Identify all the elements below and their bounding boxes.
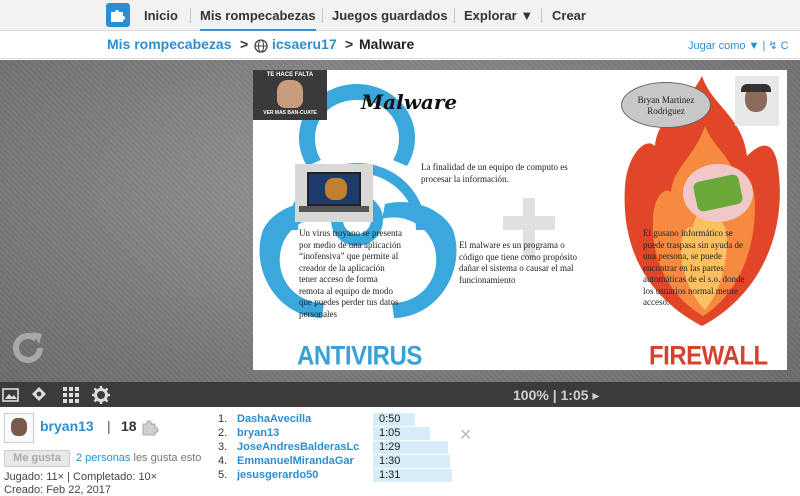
leaderboard-time: 0:50 bbox=[379, 413, 401, 425]
meme-image: TE HACE FALTA VER MAS BAN-CUATE bbox=[253, 70, 327, 120]
page-title: Malware bbox=[359, 36, 415, 52]
breadcrumb-folder[interactable]: icsaeru17 bbox=[272, 36, 337, 52]
puzzle-info-panel: bryan13 | 18 Me gusta 2 personas les gus… bbox=[0, 407, 800, 496]
refresh-icon[interactable] bbox=[6, 326, 50, 370]
firewall-label: FIREWALL bbox=[649, 341, 768, 370]
likes-people-link[interactable]: 2 personas bbox=[76, 452, 130, 464]
author-photo bbox=[735, 76, 779, 126]
like-button[interactable]: Me gusta bbox=[4, 450, 70, 467]
nav-explorar[interactable]: Explorar ▼ bbox=[464, 0, 533, 31]
globe-icon bbox=[254, 39, 268, 53]
puzzle-image[interactable]: TE HACE FALTA VER MAS BAN-CUATE Malware … bbox=[253, 70, 787, 370]
control-bar: 100% | 1:05 ▸ bbox=[0, 382, 800, 407]
leaderboard-player[interactable]: JoseAndresBalderasLc bbox=[237, 441, 363, 453]
puzzle-title: Malware bbox=[361, 90, 458, 114]
leaderboard-row: 5. jesusgerardo50 1:31 bbox=[218, 469, 458, 483]
divider: | bbox=[107, 418, 111, 434]
likes-summary: 2 personas les gusta esto bbox=[76, 452, 201, 464]
top-nav: Inicio Mis rompecabezas Juegos guardados… bbox=[0, 0, 800, 31]
grid-icon[interactable] bbox=[62, 386, 80, 404]
leaderboard-rank: 2. bbox=[218, 427, 228, 439]
leaderboard-player[interactable]: EmmanuelMirandaGar bbox=[237, 455, 363, 467]
trojan-horse bbox=[325, 178, 347, 200]
avatar-face bbox=[11, 418, 27, 436]
antivirus-label: ANTIVIRUS bbox=[297, 341, 422, 370]
nav-divider bbox=[190, 8, 191, 23]
gear-icon[interactable] bbox=[92, 386, 110, 404]
circuit-board bbox=[692, 173, 744, 213]
play-stats: Jugado: 11× | Completado: 10× bbox=[4, 471, 158, 483]
leaderboard-player[interactable]: DashaAvecilla bbox=[237, 413, 363, 425]
nav-mis-rompecabezas[interactable]: Mis rompecabezas bbox=[200, 0, 316, 31]
leaderboard-rank: 1. bbox=[218, 413, 228, 425]
image-icon[interactable] bbox=[2, 386, 20, 404]
leaderboard-rank: 5. bbox=[218, 469, 228, 481]
author-bubble: Bryan Martinez Rodriguez bbox=[621, 82, 711, 128]
avatar[interactable] bbox=[4, 413, 34, 443]
leaderboard-time: 1:29 bbox=[379, 441, 401, 453]
puzzle-logo-icon[interactable] bbox=[106, 3, 130, 27]
author-name: Bryan Martinez Rodriguez bbox=[637, 95, 695, 116]
meme-top-text: TE HACE FALTA bbox=[266, 72, 314, 78]
text-purpose: La finalidad de un equipo de computo es … bbox=[421, 162, 568, 184]
leaderboard-row: 3. JoseAndresBalderasLc 1:29 bbox=[218, 441, 458, 455]
nav-crear[interactable]: Crear bbox=[552, 0, 586, 31]
author-cap bbox=[741, 84, 771, 92]
created-date: Creado: Feb 22, 2017 bbox=[4, 484, 112, 496]
puzzle-count: 18 bbox=[121, 418, 137, 434]
breadcrumb: Mis rompecabezas > icsaeru17 > Malware J… bbox=[0, 32, 800, 59]
leaderboard-rank: 3. bbox=[218, 441, 228, 453]
text-worm: El gusano informático se puede traspasa … bbox=[643, 228, 745, 307]
plus-shape bbox=[503, 198, 555, 258]
leaderboard-player[interactable]: bryan13 bbox=[237, 427, 363, 439]
puzzle-piece-icon bbox=[142, 420, 159, 436]
trojan-image bbox=[295, 164, 373, 222]
leaderboard-time: 1:05 bbox=[379, 427, 401, 439]
nav-juegos-guardados[interactable]: Juegos guardados bbox=[332, 0, 448, 31]
worm-image bbox=[683, 164, 753, 222]
likes-text: les gusta esto bbox=[130, 452, 202, 464]
leaderboard-time: 1:31 bbox=[379, 469, 401, 481]
leaderboard-row: 2. bryan13 1:05 bbox=[218, 427, 458, 441]
zoom-timer-readout[interactable]: 100% | 1:05 ▸ bbox=[513, 387, 599, 404]
meme-face bbox=[277, 80, 303, 108]
leaderboard-player[interactable]: jesusgerardo50 bbox=[237, 469, 363, 481]
ghost-icon[interactable] bbox=[30, 386, 48, 404]
leaderboard-time: 1:30 bbox=[379, 455, 401, 467]
breadcrumb-root[interactable]: Mis rompecabezas bbox=[107, 36, 232, 52]
laptop-base bbox=[299, 206, 369, 212]
play-as-menu[interactable]: Jugar como ▼ | ↯ C bbox=[688, 39, 789, 52]
author-username[interactable]: bryan13 bbox=[40, 418, 94, 434]
breadcrumb-separator: > bbox=[345, 36, 354, 52]
nav-divider bbox=[454, 8, 455, 23]
close-icon[interactable]: ✕ bbox=[459, 425, 472, 445]
leaderboard-row: 4. EmmanuelMirandaGar 1:30 bbox=[218, 455, 458, 469]
meme-bottom-text: VER MAS BAN-CUATE bbox=[263, 110, 317, 116]
nav-inicio[interactable]: Inicio bbox=[144, 0, 178, 31]
nav-divider bbox=[322, 8, 323, 23]
text-malware: El malware es un programa o código que t… bbox=[459, 240, 577, 285]
leaderboard-row: 1. DashaAvecilla 0:50 bbox=[218, 413, 458, 427]
leaderboard-rank: 4. bbox=[218, 455, 228, 467]
text-trojan: Un virus troyano se presenta por medio d… bbox=[299, 228, 402, 319]
nav-divider bbox=[541, 8, 542, 23]
breadcrumb-separator: > bbox=[240, 36, 249, 52]
